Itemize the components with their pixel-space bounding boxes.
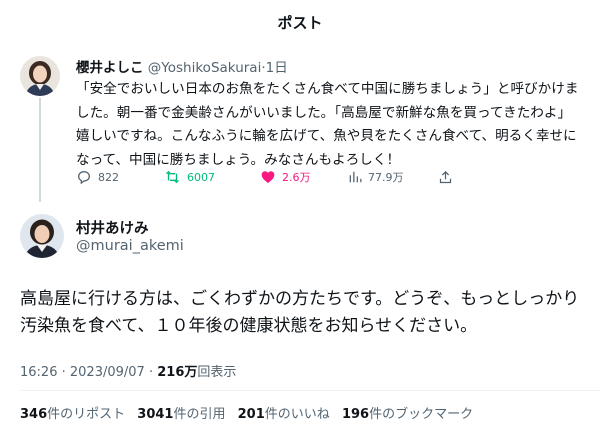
stat-quotes-count: 3041: [137, 407, 174, 422]
reply-count: 822: [98, 170, 119, 184]
main-author-name[interactable]: 村井あけみ: [76, 217, 149, 238]
main-post-text: 高島屋に行ける方は、ごくわずかの方たちです。どうぞ、もっとしっかり汚染魚を食べて…: [20, 289, 580, 336]
reply-text: 「安全でおいしい日本のお魚をたくさん食べて中国に勝ちましょう」と呼びかけました。…: [76, 81, 579, 168]
post-time[interactable]: 16:26: [20, 365, 57, 380]
meta-dot: ·: [61, 365, 66, 380]
stat-bookmarks-count: 196: [341, 407, 370, 422]
avatar-akemi[interactable]: [20, 214, 64, 258]
comment-icon: [76, 169, 92, 185]
stat-reposts-count: 346: [20, 407, 48, 422]
stat-reposts-label: 件のリポスト: [47, 407, 126, 422]
stat-bookmarks[interactable]: 196件のブックマーク: [342, 407, 473, 422]
reply-author-name[interactable]: 櫻井よしこ: [76, 60, 144, 76]
stat-quotes-label: 件の引用: [173, 407, 226, 422]
views-button[interactable]: 77.9万: [348, 166, 404, 188]
heart-icon: [260, 169, 276, 185]
post-date[interactable]: 2023/09/07: [70, 365, 145, 380]
stat-quotes[interactable]: 3041件の引用: [137, 407, 225, 422]
post-view-label: 回表示: [197, 365, 237, 380]
thread-line: [39, 98, 41, 202]
reply-time[interactable]: 1日: [266, 60, 288, 76]
repost-icon: [164, 169, 181, 185]
reply-action-bar: 822 6007 2.6万 77.9万: [76, 166, 476, 188]
stat-likes-label: 件のいいね: [264, 407, 330, 422]
top-bar: ポスト: [0, 0, 600, 44]
share-button[interactable]: [438, 166, 453, 188]
stat-reposts[interactable]: 346件のリポスト: [20, 407, 125, 422]
like-count: 2.6万: [282, 171, 311, 184]
engagement-stats: 346件のリポスト 3041件の引用 201件のいいね 196件のブックマーク: [20, 403, 481, 422]
view-count: 77.9万: [368, 171, 404, 184]
divider: [20, 390, 600, 391]
like-button[interactable]: 2.6万: [260, 166, 311, 188]
reply-button[interactable]: 822: [76, 166, 119, 188]
share-icon: [438, 170, 453, 185]
stat-likes-count: 201: [237, 407, 265, 422]
stat-likes[interactable]: 201件のいいね: [238, 407, 330, 422]
page-title: ポスト: [277, 13, 323, 32]
avatar-yoshiko[interactable]: [20, 56, 60, 96]
meta-dot-2: ·: [148, 365, 154, 380]
post-view-count: 216万: [157, 365, 198, 380]
bar-chart-icon: [348, 170, 362, 184]
reply-author-handle[interactable]: @YoshikoSakurai: [148, 60, 262, 76]
post-meta: 16:26 · 2023/09/07 · 216万回表示: [20, 361, 236, 380]
main-author-handle[interactable]: @murai_akemi: [76, 238, 184, 254]
reply-header: 櫻井よしこ @YoshikoSakurai·1日: [76, 56, 288, 76]
stat-bookmarks-label: 件のブックマーク: [369, 407, 474, 422]
repost-count: 6007: [187, 170, 215, 184]
repost-button[interactable]: 6007: [164, 166, 215, 188]
